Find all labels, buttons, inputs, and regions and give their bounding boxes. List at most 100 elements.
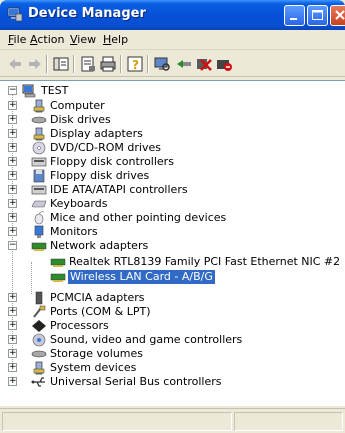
disk-drive-icon: [31, 116, 47, 124]
tree-item-label: Network adapters: [50, 239, 149, 252]
computer-icon: [22, 84, 36, 98]
back-icon[interactable]: [6, 55, 24, 73]
expand-toggle[interactable]: +: [8, 349, 17, 358]
tree-item[interactable]: + Mice and other pointing devices: [8, 211, 308, 225]
tree-item[interactable]: + Floppy disk controllers: [8, 155, 308, 169]
maximize-button[interactable]: [307, 5, 328, 26]
network-card-icon: [50, 258, 66, 267]
tree-item[interactable]: + PCMCIA adapters: [8, 291, 308, 305]
tree-item-label: Keyboards: [50, 197, 108, 210]
expand-toggle[interactable]: +: [8, 171, 17, 180]
maximize-icon: [312, 10, 323, 20]
tree-item[interactable]: + Processors: [8, 319, 308, 333]
tree-item[interactable]: + Universal Serial Bus controllers: [8, 375, 308, 389]
title-bar[interactable]: Device Manager: [0, 0, 345, 30]
show-hide-tree-icon[interactable]: [52, 55, 70, 73]
tree-item-label: System devices: [50, 361, 137, 374]
tree-item[interactable]: + DVD/CD-ROM drives: [8, 141, 308, 155]
toolbar-separator: [73, 55, 75, 73]
properties-icon[interactable]: [79, 55, 97, 73]
expand-toggle[interactable]: +: [8, 157, 17, 166]
menu-file[interactable]: File: [8, 33, 26, 46]
collapse-toggle[interactable]: −: [8, 241, 17, 250]
expand-toggle[interactable]: +: [8, 293, 17, 302]
floppy-drive-icon: [33, 169, 45, 183]
collapse-toggle[interactable]: −: [8, 86, 17, 95]
expand-toggle[interactable]: +: [8, 143, 17, 152]
tree-item[interactable]: + Sound, video and game controllers: [8, 333, 308, 347]
tree-item-label: Realtek RTL8139 Family PCI Fast Ethernet…: [69, 255, 341, 268]
tree-item[interactable]: + Disk drives: [8, 113, 308, 127]
tree-item[interactable]: + IDE ATA/ATAPI controllers: [8, 183, 308, 197]
menu-action[interactable]: Action: [30, 33, 64, 46]
cdrom-icon: [32, 141, 46, 155]
toolbar-separator: [147, 55, 149, 73]
monitor-icon: [34, 225, 44, 238]
tree-child-item-selected[interactable]: Wireless LAN Card - A/B/G: [37, 270, 337, 284]
device-tree[interactable]: − TEST + Computer + Disk drives + Displa…: [0, 80, 345, 406]
expand-toggle[interactable]: +: [8, 213, 17, 222]
expand-toggle[interactable]: +: [8, 101, 17, 110]
tree-item-label: Disk drives: [50, 113, 111, 126]
expand-toggle[interactable]: +: [8, 227, 17, 236]
window-title: Device Manager: [28, 6, 146, 21]
tree-item[interactable]: + Computer: [8, 99, 308, 113]
system-device-icon: [33, 361, 45, 375]
tree-item-label: Floppy disk drives: [50, 169, 150, 182]
menu-bar: File Action View Help: [0, 30, 345, 50]
tree-root[interactable]: − TEST: [8, 84, 128, 98]
tree-item[interactable]: + Ports (COM & LPT): [8, 305, 308, 319]
tree-item[interactable]: + Keyboards: [8, 197, 308, 211]
close-button[interactable]: [330, 5, 345, 26]
minimize-button[interactable]: [284, 5, 305, 26]
scan-hardware-icon[interactable]: [153, 55, 171, 73]
device-manager-window: Device Manager File Action View Help ? −…: [0, 0, 345, 433]
tree-item[interactable]: + Floppy disk drives: [8, 169, 308, 183]
tree-item-network-adapters[interactable]: − Network adapters: [8, 239, 308, 253]
computer-icon: [33, 99, 45, 113]
tree-item-label: Processors: [50, 319, 109, 332]
toolbar-separator: [46, 55, 48, 73]
status-bar: [0, 408, 345, 433]
expand-toggle[interactable]: +: [8, 307, 17, 316]
update-driver-icon[interactable]: [175, 55, 193, 73]
tree-item[interactable]: + Monitors: [8, 225, 308, 239]
expand-toggle[interactable]: +: [8, 321, 17, 330]
help-icon[interactable]: ?: [126, 55, 144, 73]
tree-item-label: Ports (COM & LPT): [50, 305, 151, 318]
expand-toggle[interactable]: +: [8, 363, 17, 372]
menu-help[interactable]: Help: [103, 33, 128, 46]
tree-child-item[interactable]: Realtek RTL8139 Family PCI Fast Ethernet…: [37, 255, 341, 269]
tree-item-label: Monitors: [50, 225, 98, 238]
tree-item-label: Display adapters: [50, 127, 143, 140]
tree-item[interactable]: + Display adapters: [8, 127, 308, 141]
tree-root-label: TEST: [41, 84, 69, 97]
menu-file-mnemonic: F: [8, 33, 14, 46]
menu-view-mnemonic: V: [70, 33, 78, 46]
toolbar: ?: [0, 51, 345, 77]
tree-item[interactable]: + System devices: [8, 361, 308, 375]
tree-item-label: Wireless LAN Card - A/B/G: [68, 270, 215, 284]
expand-toggle[interactable]: +: [8, 129, 17, 138]
expand-toggle[interactable]: +: [8, 199, 17, 208]
print-icon[interactable]: [99, 55, 117, 73]
tree-item-label: Mice and other pointing devices: [50, 211, 227, 224]
tree-line: [31, 262, 32, 294]
expand-toggle[interactable]: +: [8, 185, 17, 194]
expand-toggle[interactable]: +: [8, 335, 17, 344]
expand-toggle[interactable]: +: [8, 115, 17, 124]
uninstall-icon[interactable]: [195, 55, 213, 73]
tree-item-label: Sound, video and game controllers: [50, 333, 243, 346]
storage-volume-icon: [31, 350, 47, 358]
forward-icon[interactable]: [26, 55, 44, 73]
expand-toggle[interactable]: +: [8, 377, 17, 386]
menu-action-mnemonic: A: [30, 33, 38, 46]
tree-item[interactable]: + Storage volumes: [8, 347, 308, 361]
svg-text:?: ?: [132, 58, 139, 72]
disable-icon[interactable]: [215, 55, 233, 73]
tree-item-label: Storage volumes: [50, 347, 144, 360]
mouse-icon: [34, 211, 45, 225]
port-icon: [33, 305, 46, 318]
tree-item-label: Universal Serial Bus controllers: [50, 375, 222, 388]
menu-view[interactable]: View: [70, 33, 96, 46]
